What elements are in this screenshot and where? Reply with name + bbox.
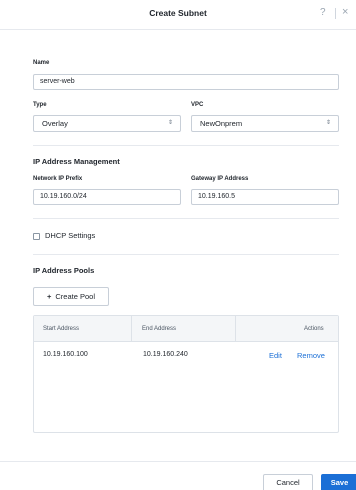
remove-pool-link[interactable]: Remove <box>297 351 325 360</box>
column-divider <box>235 316 236 341</box>
pool-end-address: 10.19.160.240 <box>143 351 188 358</box>
type-label: Type <box>33 102 47 108</box>
header-divider <box>335 8 336 19</box>
type-select[interactable]: Overlay ⇕ <box>33 115 181 132</box>
vpc-select-value: NewOnprem <box>200 119 243 128</box>
section-divider <box>33 145 339 146</box>
dialog-title: Create Subnet <box>149 8 207 18</box>
plus-icon: + <box>47 292 52 301</box>
ip-pools-title: IP Address Pools <box>33 266 95 275</box>
footer-divider <box>0 461 356 462</box>
vpc-label: VPC <box>191 102 204 108</box>
dhcp-label[interactable]: DHCP Settings <box>45 231 95 240</box>
cancel-button[interactable]: Cancel <box>263 474 313 490</box>
column-header-start: Start Address <box>43 326 80 332</box>
gateway-label: Gateway IP Address <box>191 176 249 182</box>
column-header-end: End Address <box>142 326 177 332</box>
dhcp-checkbox[interactable] <box>33 233 40 240</box>
help-icon[interactable]: ? <box>320 7 326 18</box>
close-icon[interactable]: × <box>342 6 348 18</box>
name-input[interactable]: server-web <box>33 74 339 90</box>
column-header-actions: Actions <box>304 326 324 332</box>
vpc-select[interactable]: NewOnprem ⇕ <box>191 115 339 132</box>
dialog-header: Create Subnet ? × <box>0 0 356 30</box>
section-divider <box>33 218 339 219</box>
table-header: Start Address End Address Actions <box>34 316 338 342</box>
select-arrows-icon: ⇕ <box>167 120 173 126</box>
type-select-value: Overlay <box>42 119 68 128</box>
pool-start-address: 10.19.160.100 <box>43 351 88 358</box>
ip-pools-table: Start Address End Address Actions 10.19.… <box>33 315 339 433</box>
network-prefix-input[interactable]: 10.19.160.0/24 <box>33 189 181 205</box>
ipam-section-title: IP Address Management <box>33 157 120 166</box>
column-divider <box>131 316 132 341</box>
name-label: Name <box>33 60 50 66</box>
save-button[interactable]: Save <box>321 474 356 490</box>
gateway-input[interactable]: 10.19.160.5 <box>191 189 339 205</box>
select-arrows-icon: ⇕ <box>325 120 331 126</box>
create-pool-label: Create Pool <box>55 292 95 301</box>
network-prefix-label: Network IP Prefix <box>33 176 83 182</box>
edit-pool-link[interactable]: Edit <box>269 351 282 360</box>
create-pool-button[interactable]: + Create Pool <box>33 287 109 306</box>
section-divider <box>33 254 339 255</box>
